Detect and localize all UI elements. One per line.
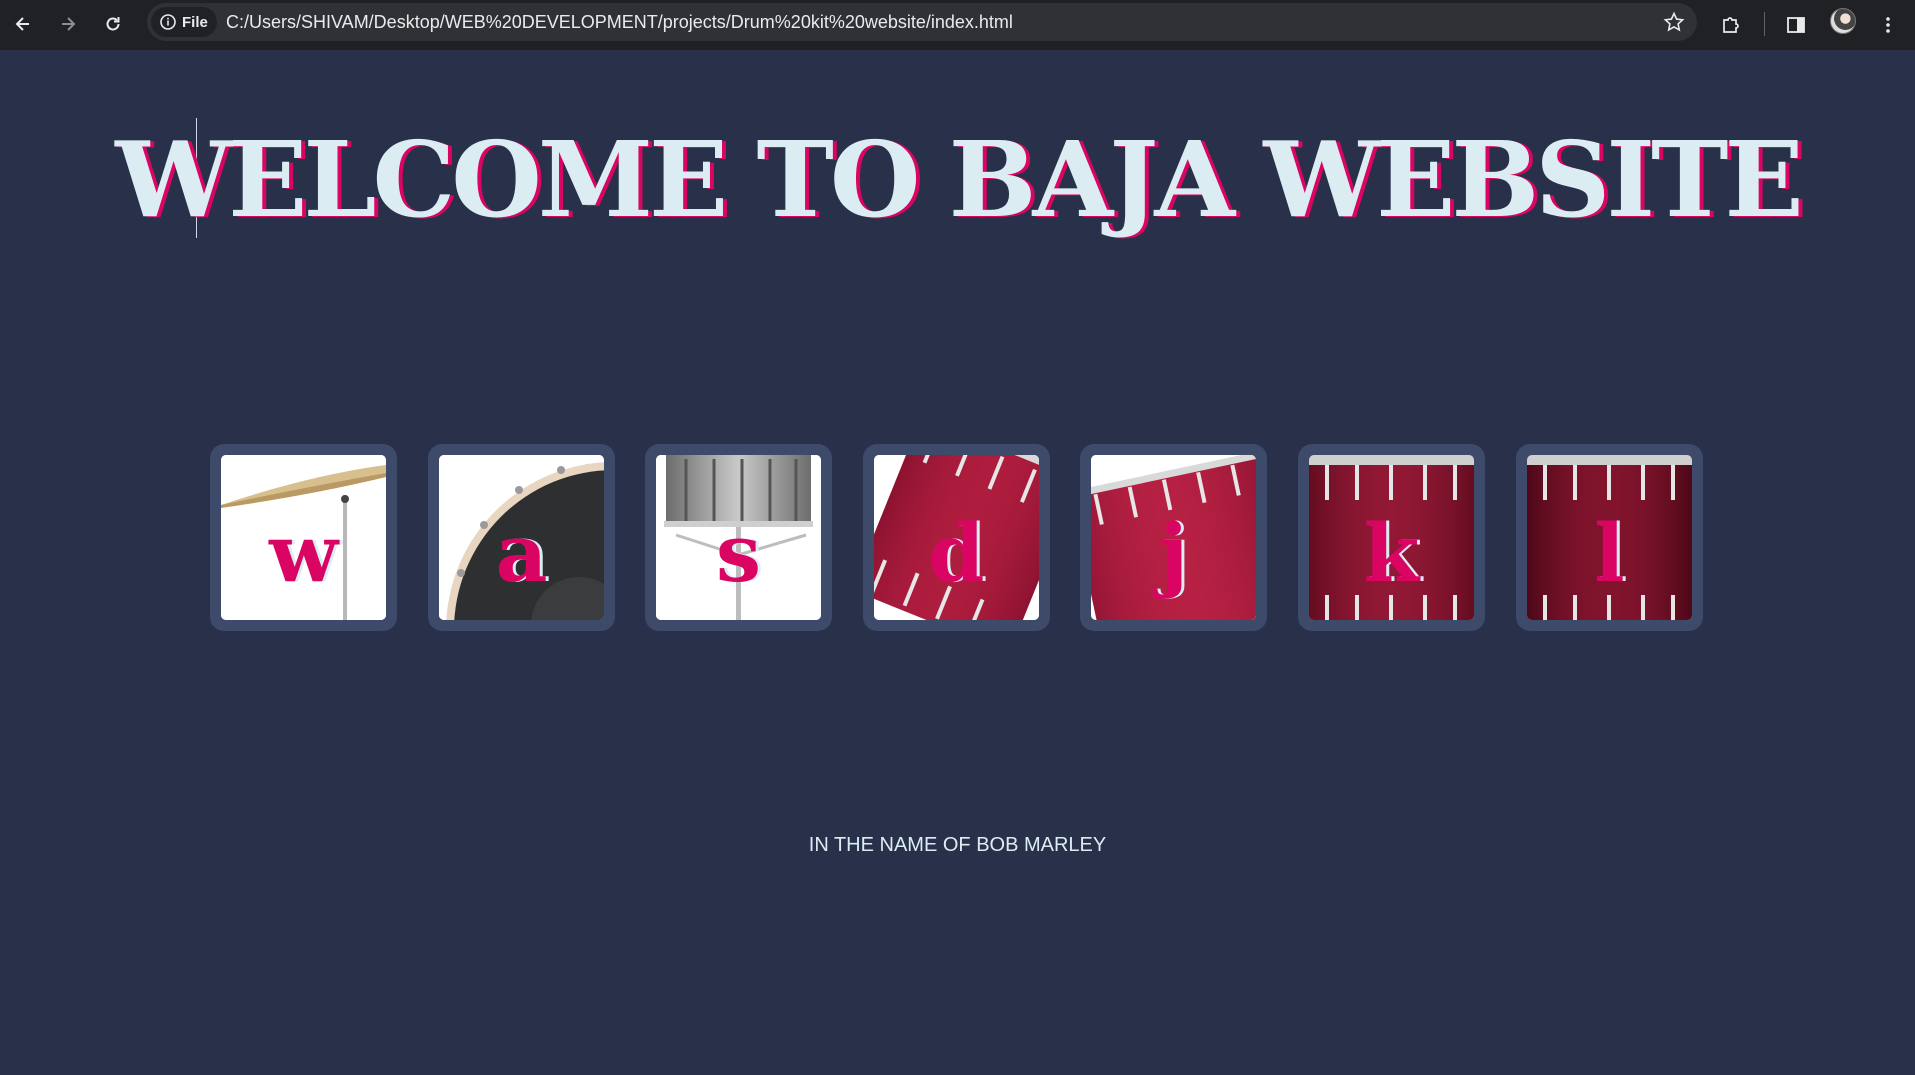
drum-button-a[interactable]: a: [428, 444, 615, 631]
drum-key-label: j: [1159, 506, 1188, 600]
info-icon: [160, 14, 176, 30]
footer-text: IN THE NAME OF BOB MARLEY: [808, 834, 1107, 856]
drum-key-label: k: [1363, 506, 1420, 600]
address-bar[interactable]: File C:/Users/SHIVAM/Desktop/WEB%20DEVEL…: [147, 3, 1697, 41]
drum-button-s[interactable]: s: [645, 444, 832, 631]
url-text[interactable]: C:/Users/SHIVAM/Desktop/WEB%20DEVELOPMEN…: [226, 12, 1013, 33]
extensions-button[interactable]: [1714, 8, 1748, 42]
kebab-menu-icon: [1886, 17, 1890, 33]
back-button[interactable]: [6, 7, 40, 41]
drum-button-d[interactable]: d: [863, 444, 1050, 631]
menu-button[interactable]: [1871, 8, 1905, 42]
drum-button-l[interactable]: l: [1516, 444, 1703, 631]
profile-avatar[interactable]: [1830, 8, 1856, 34]
arrow-right-icon: [62, 17, 76, 31]
side-panel-icon: [1787, 17, 1805, 33]
side-panel-button[interactable]: [1779, 8, 1813, 42]
drum-key-label: l: [1594, 506, 1625, 600]
forward-button[interactable]: [51, 7, 85, 41]
drum-key-label: w: [269, 506, 338, 600]
drum-key-label: s: [715, 506, 762, 600]
drum-key-label: d: [928, 506, 985, 600]
tom-drum-image: j: [1091, 455, 1256, 620]
browser-toolbar: File C:/Users/SHIVAM/Desktop/WEB%20DEVEL…: [0, 0, 1915, 50]
site-chip-label: File: [182, 13, 208, 31]
floor-tom-image: l: [1527, 455, 1692, 620]
toolbar-divider: [1764, 12, 1765, 36]
puzzle-icon: [1723, 17, 1739, 33]
reload-icon: [106, 17, 120, 31]
site-info-chip[interactable]: File: [151, 7, 217, 37]
crash-cymbal-image: w: [221, 455, 386, 620]
page-title: WELCOME TO BAJA WEBSITE: [115, 118, 1803, 241]
drum-button-w[interactable]: w: [210, 444, 397, 631]
kick-drum-image: a: [439, 455, 604, 620]
drum-key-label: a: [495, 506, 548, 600]
drum-button-k[interactable]: k: [1298, 444, 1485, 631]
snare-drum-image: s: [656, 455, 821, 620]
floor-tom-image: k: [1309, 455, 1474, 620]
bookmark-star-icon[interactable]: [1663, 11, 1685, 33]
reload-button[interactable]: [96, 7, 130, 41]
drum-button-j[interactable]: j: [1080, 444, 1267, 631]
drum-set: w a s d j k l: [210, 444, 1703, 631]
tom-drum-image: d: [874, 455, 1039, 620]
arrow-left-icon: [15, 17, 29, 31]
